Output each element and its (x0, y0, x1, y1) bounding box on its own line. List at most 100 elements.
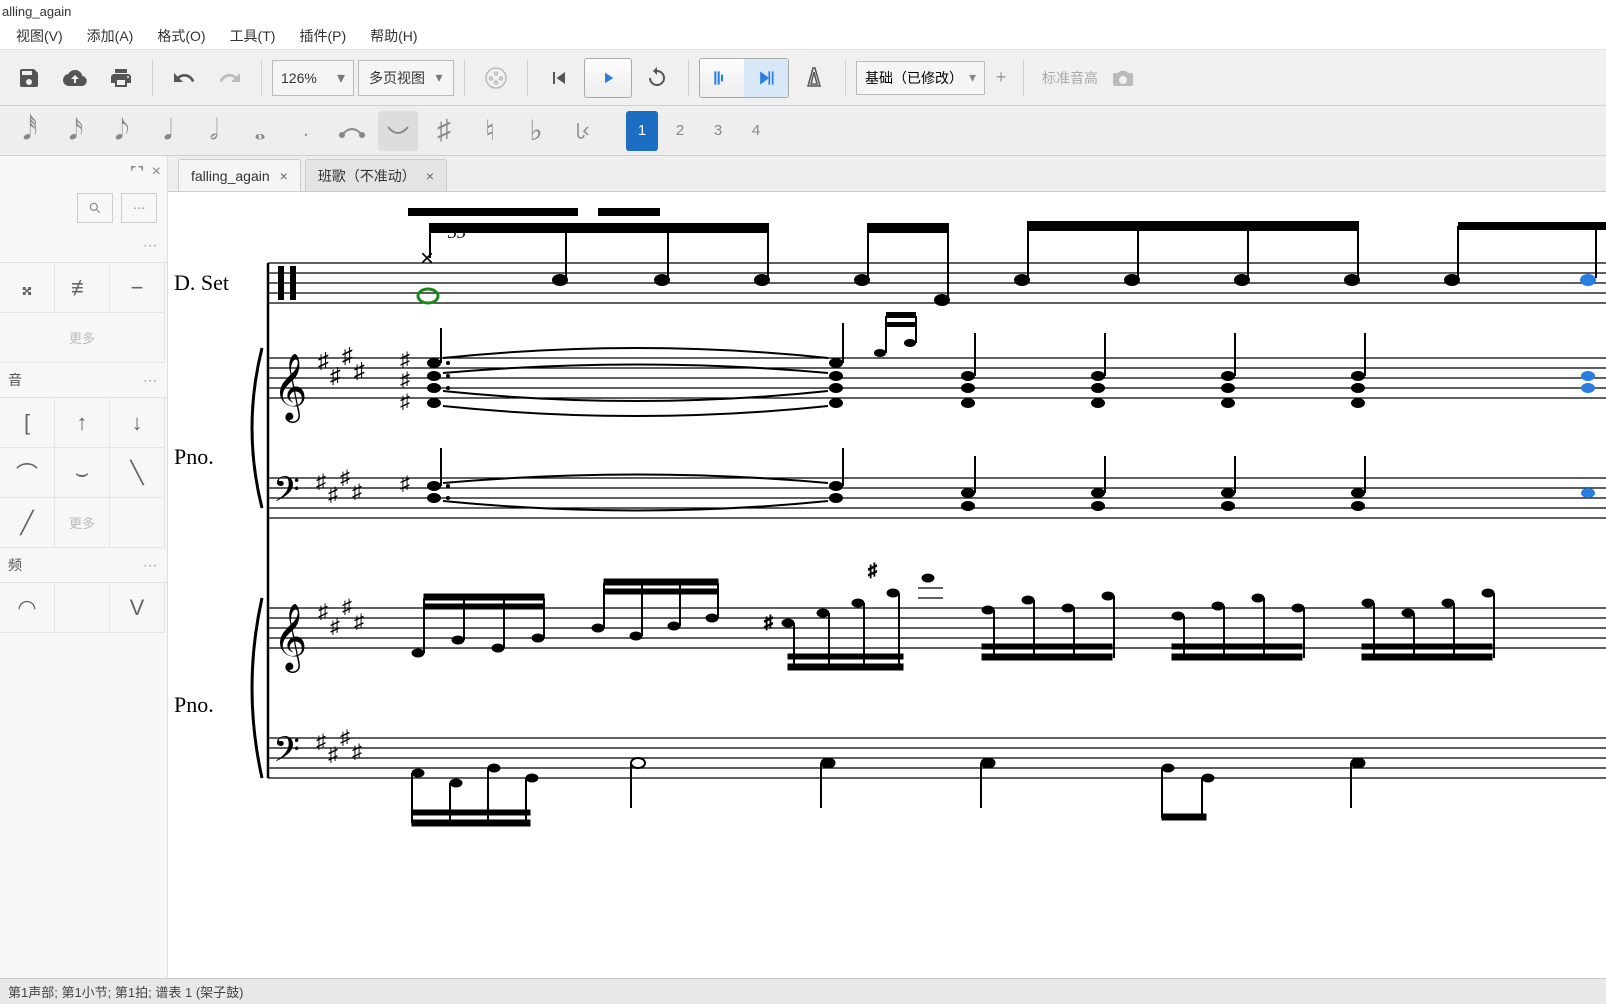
tie-icon[interactable] (332, 111, 372, 151)
cloud-upload-button[interactable] (54, 57, 96, 99)
separator (464, 60, 465, 96)
bracket-icon[interactable]: [ (0, 398, 55, 448)
print-button[interactable] (100, 57, 142, 99)
tremolo-2-icon[interactable]: ≢ (55, 263, 110, 313)
more-palette-button[interactable]: ⋯ (121, 193, 157, 223)
sharp-icon[interactable]: ♯ (424, 111, 464, 151)
section-label: 音 (8, 370, 22, 390)
lines-more-button[interactable]: 更多 (55, 498, 110, 548)
diagonal-icon[interactable]: ╱ (0, 498, 55, 548)
section-menu-icon[interactable]: ⋯ (143, 557, 159, 574)
concert-pitch-button[interactable]: 标准音高 (1042, 68, 1098, 88)
note-whole-icon[interactable]: 𝅝 (240, 111, 280, 151)
menu-add[interactable]: 添加(A) (87, 26, 134, 46)
workspace-dropdown-icon: ▾ (969, 69, 976, 86)
loop-in-button[interactable] (700, 59, 744, 97)
play-button[interactable] (584, 58, 632, 98)
natural-icon[interactable]: ♮ (470, 111, 510, 151)
svg-text:♯: ♯ (330, 616, 340, 638)
svg-text:♯: ♯ (316, 731, 326, 753)
voice-4-button[interactable]: 4 (740, 111, 772, 151)
tremolo-1-icon[interactable]: 𝄪 (0, 263, 55, 313)
tab-falling-again[interactable]: falling_again × (178, 159, 301, 191)
note-8th-icon[interactable]: 𝅘𝅥𝅮 (102, 111, 142, 151)
flat-icon[interactable]: ♭ (516, 111, 556, 151)
score-view[interactable]: 35 D. Set Pno. Pno. (168, 192, 1606, 978)
empty-cell (110, 498, 165, 548)
menu-format[interactable]: 格式(O) (157, 26, 205, 46)
menubar: 视图(V) 添加(A) 格式(O) 工具(T) 插件(P) 帮助(H) (0, 22, 1606, 50)
v-icon[interactable]: V (110, 583, 165, 633)
redo-button[interactable] (209, 57, 251, 99)
slur-icon[interactable] (378, 111, 418, 151)
svg-text:𝄢: 𝄢 (273, 730, 300, 777)
statusbar-text: 第1声部; 第1小节; 第1拍; 谱表 1 (架子鼓) (8, 982, 243, 1001)
menu-help[interactable]: 帮助(H) (370, 26, 417, 46)
voice-1-button[interactable]: 1 (626, 111, 658, 151)
loop-button[interactable] (636, 57, 678, 99)
view-mode-selector[interactable]: 多页视图 ▾ (358, 60, 454, 96)
loop-out-button[interactable] (744, 59, 788, 97)
svg-text:♯: ♯ (342, 343, 353, 368)
svg-text:𝄞: 𝄞 (273, 354, 307, 423)
menu-plugins[interactable]: 插件(P) (299, 26, 346, 46)
svg-text:♯: ♯ (764, 612, 773, 632)
line-icon[interactable]: ╲ (110, 448, 165, 498)
flip-stem-icon[interactable] (562, 111, 602, 151)
arrow-down-icon[interactable]: ↓ (110, 398, 165, 448)
workspace-selector[interactable]: 基础（已修改） ▾ (856, 61, 985, 95)
staff-piano1: 𝄞 ♯♯♯♯ ♯ ♯ ♯ (252, 312, 1606, 518)
tremolo-3-icon[interactable]: − (110, 263, 165, 313)
menu-view[interactable]: 视图(V) (16, 26, 63, 46)
undo-button[interactable] (163, 57, 205, 99)
sidebar-tools-row: ⋯ (0, 188, 167, 228)
main-area: × ⋯ ⋯ 𝄪 ≢ − 更多 音 ⋯ [ ↑ ↓ ⌒ ⌣ ╲ ╱ 更多 (0, 156, 1606, 978)
empty-cell (55, 583, 110, 633)
close-tab-icon[interactable]: × (280, 168, 288, 184)
tab-bange[interactable]: 班歌（不准动） × (305, 159, 447, 191)
curve-down-icon[interactable]: ⌣ (55, 448, 110, 498)
score-svg: × (168, 208, 1606, 978)
zoom-dropdown-icon[interactable]: ▾ (329, 61, 353, 95)
mixer-button[interactable] (475, 57, 517, 99)
palette-section-freq[interactable]: 频 ⋯ (0, 548, 167, 582)
freq-palette-grid: ◠ V (0, 582, 167, 633)
palette-section-tremolo[interactable]: ⋯ (0, 228, 167, 262)
note-input-toolbar: 𝅘𝅥𝅰 𝅘𝅥𝅯 𝅘𝅥𝅮 𝅘𝅥 𝅗𝅥 𝅝 . ♯ ♮ ♭ 1 2 3 4 (0, 106, 1606, 156)
add-workspace-button[interactable]: + (989, 66, 1013, 90)
search-palette-button[interactable] (77, 193, 113, 223)
close-tab-icon[interactable]: × (426, 168, 434, 184)
menu-tools[interactable]: 工具(T) (230, 26, 276, 46)
zoom-input[interactable] (273, 70, 329, 86)
window-titlebar: alling_again (0, 0, 1606, 22)
arc-icon[interactable]: ◠ (0, 583, 55, 633)
close-sidebar-icon[interactable]: × (152, 163, 161, 181)
dot-icon[interactable]: . (286, 111, 326, 151)
svg-text:♯: ♯ (352, 741, 362, 763)
section-menu-icon[interactable]: ⋯ (143, 237, 159, 254)
staff-piano2: 𝄞 ♯♯♯♯ ♯ ♯ (252, 560, 1606, 826)
metronome-button[interactable] (793, 57, 835, 99)
rewind-button[interactable] (538, 57, 580, 99)
svg-text:𝄞: 𝄞 (273, 604, 307, 673)
voice-2-button[interactable]: 2 (664, 111, 696, 151)
note-32nd-icon[interactable]: 𝅘𝅥𝅰 (10, 111, 50, 151)
expand-icon[interactable] (128, 163, 146, 181)
separator (688, 60, 689, 96)
tremolo-more-button[interactable]: 更多 (0, 313, 165, 363)
tab-label: 班歌（不准动） (318, 166, 416, 186)
section-menu-icon[interactable]: ⋯ (143, 372, 159, 389)
note-half-icon[interactable]: 𝅗𝅥 (194, 111, 234, 151)
zoom-selector[interactable]: ▾ (272, 60, 354, 96)
svg-text:𝄢: 𝄢 (273, 470, 300, 517)
voice-3-button[interactable]: 3 (702, 111, 734, 151)
save-button[interactable] (8, 57, 50, 99)
curve-up-icon[interactable]: ⌒ (0, 448, 55, 498)
workspace-label: 基础（已修改） (865, 68, 963, 88)
note-16th-icon[interactable]: 𝅘𝅥𝅯 (56, 111, 96, 151)
note-quarter-icon[interactable]: 𝅘𝅥 (148, 111, 188, 151)
view-mode-dropdown-icon[interactable]: ▾ (425, 61, 453, 95)
screenshot-button[interactable] (1102, 57, 1144, 99)
palette-section-lines[interactable]: 音 ⋯ (0, 363, 167, 397)
arrow-up-icon[interactable]: ↑ (55, 398, 110, 448)
